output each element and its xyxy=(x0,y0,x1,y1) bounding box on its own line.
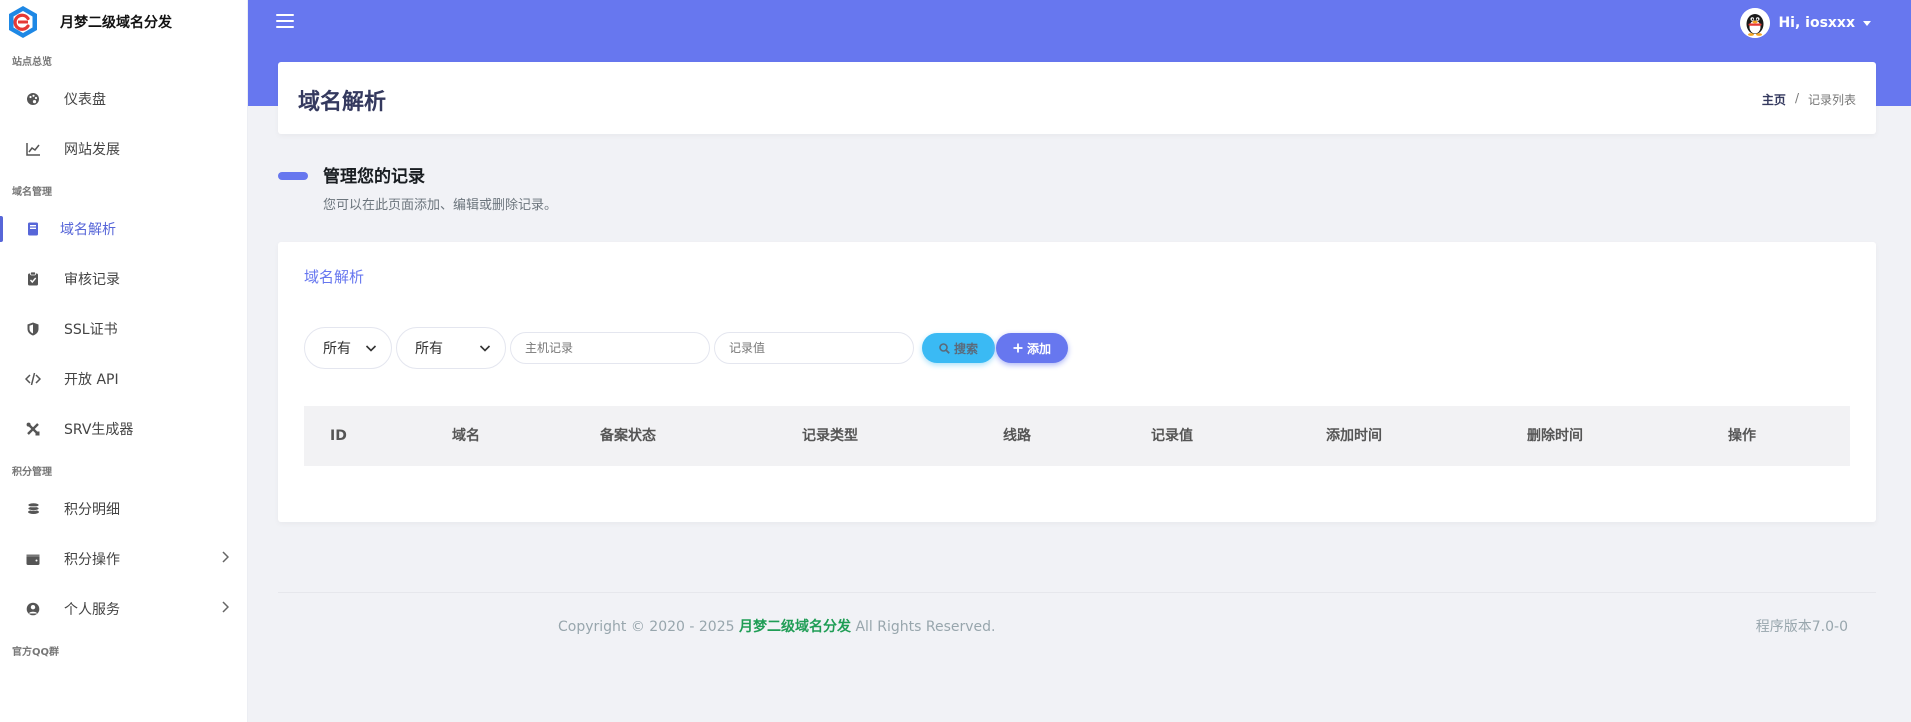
column-header-icp-status: 备案状态 xyxy=(600,428,656,444)
select-value: 所有 xyxy=(323,341,351,357)
column-header-deleted-time: 删除时间 xyxy=(1527,428,1583,444)
sidebar-item-personal-services[interactable]: 个人服务 xyxy=(0,584,247,634)
record-value-input[interactable] xyxy=(714,332,914,364)
chart-line-icon xyxy=(24,140,42,158)
nav-group-title: 域名管理 xyxy=(12,187,52,198)
penguin-avatar-icon xyxy=(1740,8,1771,38)
page-header: 域名解析 主页 / 记录列表 xyxy=(278,62,1876,134)
app-root: 月梦二级域名分发 站点总览 仪表盘 网站发展 域名管理 域名解析 审核记录 SS… xyxy=(0,0,1911,722)
program-version: 程序版本7.0-0 xyxy=(1755,619,1848,635)
section-title: 管理您的记录 xyxy=(323,167,425,187)
sidebar-item-label: 网站发展 xyxy=(64,142,120,158)
brand[interactable]: 月梦二级域名分发 xyxy=(0,0,247,44)
sidebar-item-label: 积分明细 xyxy=(64,502,120,518)
breadcrumb-separator: / xyxy=(1794,91,1799,105)
brand-name: 月梦二级域名分发 xyxy=(60,15,172,31)
footer-copyright: Copyright © 2020 - 2025 月梦二级域名分发 All Rig… xyxy=(558,616,995,636)
column-header-id: ID xyxy=(330,428,347,444)
host-record-input[interactable] xyxy=(510,332,710,364)
breadcrumb-current: 记录列表 xyxy=(1807,93,1856,107)
wallet-icon xyxy=(24,550,42,568)
nav-group-title: 积分管理 xyxy=(12,467,52,478)
sidebar-item-label: SRV生成器 xyxy=(64,422,134,438)
search-icon xyxy=(939,342,950,354)
sidebar-item-label: 积分操作 xyxy=(64,552,120,568)
sidebar-item-srv-generator[interactable]: SRV生成器 xyxy=(0,404,247,454)
add-record-button[interactable]: 添加 xyxy=(996,333,1068,363)
filter-select-2[interactable]: 所有 xyxy=(396,327,506,369)
sidebar-item-review-records[interactable]: 审核记录 xyxy=(0,254,247,304)
sidebar-item-open-api[interactable]: 开放 API xyxy=(0,354,247,404)
search-button[interactable]: 搜索 xyxy=(922,333,995,363)
chevron-right-icon xyxy=(221,601,230,617)
caret-down-icon xyxy=(1863,20,1871,26)
chevron-down-icon xyxy=(365,345,377,352)
sidebar-item-dashboard[interactable]: 仪表盘 xyxy=(0,74,247,124)
chevron-down-icon xyxy=(479,345,491,352)
sidebar-item-label: 审核记录 xyxy=(64,272,120,288)
copyright-prefix: Copyright © 2020 - 2025 xyxy=(558,619,735,635)
brand-logo-icon xyxy=(9,6,37,38)
sidebar-item-label: 仪表盘 xyxy=(64,92,106,108)
sidebar-item-label: 域名解析 xyxy=(60,222,116,238)
plus-icon xyxy=(1013,343,1023,353)
code-icon xyxy=(24,370,42,388)
search-button-label: 搜索 xyxy=(953,341,978,356)
footer-brand-link[interactable]: 月梦二级域名分发 xyxy=(739,619,851,635)
coins-icon xyxy=(24,500,42,518)
sidebar-item-label: 开放 API xyxy=(64,372,119,388)
breadcrumb: 主页 / 记录列表 xyxy=(1762,91,1856,108)
column-header-record-type: 记录类型 xyxy=(802,428,858,444)
nav-group-title: 官方QQ群 xyxy=(12,647,60,658)
footer-divider xyxy=(278,592,1876,593)
chevron-right-icon xyxy=(221,551,230,567)
column-header-actions: 操作 xyxy=(1728,428,1756,444)
clipboard-check-icon xyxy=(24,270,42,288)
user-menu[interactable]: Hi, iosxxx xyxy=(1740,8,1871,38)
avatar xyxy=(1740,8,1771,38)
sidebar-item-label: SSL证书 xyxy=(64,322,118,338)
column-header-added-time: 添加时间 xyxy=(1326,428,1382,444)
book-icon xyxy=(24,220,42,238)
filter-bar: 所有 所有 搜索 添加 xyxy=(304,327,1068,369)
nav-group-title: 站点总览 xyxy=(12,57,52,68)
column-header-line: 线路 xyxy=(1003,428,1031,444)
shield-icon xyxy=(24,320,42,338)
records-card: 域名解析 所有 所有 搜索 添加 xyxy=(278,242,1876,522)
card-title: 域名解析 xyxy=(304,268,365,286)
filter-select-1[interactable]: 所有 xyxy=(304,327,392,369)
sidebar: 月梦二级域名分发 站点总览 仪表盘 网站发展 域名管理 域名解析 审核记录 SS… xyxy=(0,0,248,722)
sidebar-item-ssl[interactable]: SSL证书 xyxy=(0,304,247,354)
add-button-label: 添加 xyxy=(1026,341,1051,356)
palette-icon xyxy=(24,90,42,108)
records-table-header: ID 域名 备案状态 记录类型 线路 记录值 添加时间 删除时间 操作 xyxy=(304,406,1850,466)
column-header-record-value: 记录值 xyxy=(1151,428,1193,444)
user-greeting: Hi, iosxxx xyxy=(1778,15,1855,31)
sidebar-item-points-actions[interactable]: 积分操作 xyxy=(0,534,247,584)
select-value: 所有 xyxy=(415,341,443,357)
sidebar-item-label: 个人服务 xyxy=(64,602,120,618)
copyright-suffix: All Rights Reserved. xyxy=(855,619,996,635)
section-description: 您可以在此页面添加、编辑或删除记录。 xyxy=(323,198,558,213)
breadcrumb-home-link[interactable]: 主页 xyxy=(1762,91,1786,108)
tools-icon xyxy=(24,420,42,438)
page-title: 域名解析 xyxy=(298,90,387,115)
sidebar-item-site-growth[interactable]: 网站发展 xyxy=(0,124,247,174)
sidebar-item-points-detail[interactable]: 积分明细 xyxy=(0,484,247,534)
sidebar-item-dns[interactable]: 域名解析 xyxy=(0,204,247,254)
section-accent-bar xyxy=(278,172,308,180)
column-header-domain: 域名 xyxy=(452,428,480,444)
user-circle-icon xyxy=(24,600,42,618)
menu-toggle-icon[interactable] xyxy=(276,14,294,30)
